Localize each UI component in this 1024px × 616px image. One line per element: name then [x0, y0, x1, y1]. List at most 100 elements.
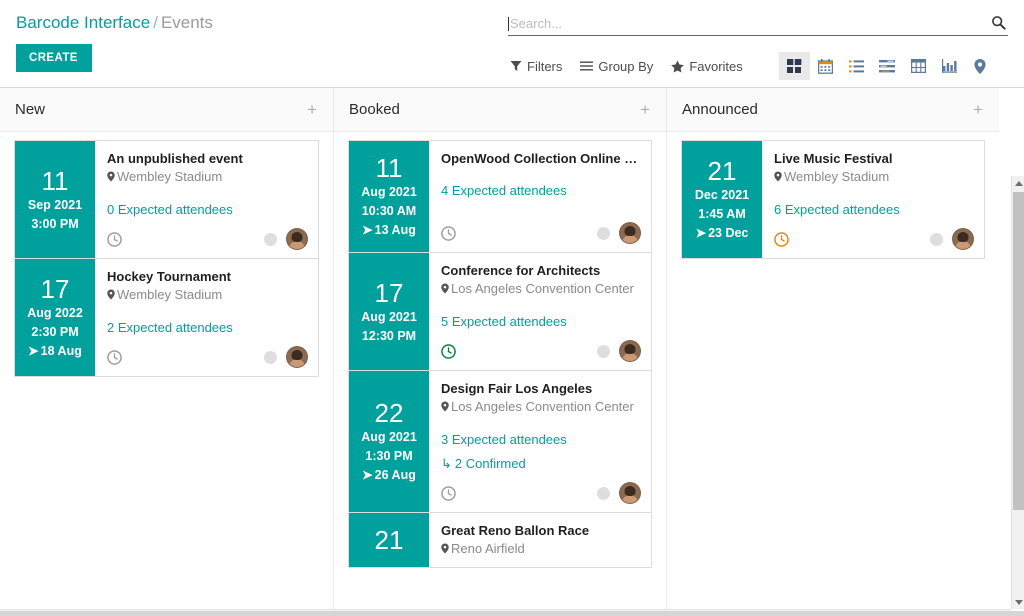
view-switch-list[interactable] — [841, 52, 872, 80]
kanban-column-title: New — [15, 101, 46, 118]
kanban-card-day: 21 — [707, 156, 737, 186]
breadcrumb-separator: / — [153, 13, 158, 32]
kanban-card-attendees[interactable]: 3 Expected attendees — [441, 431, 641, 449]
scroll-down-arrow[interactable] — [1012, 595, 1024, 609]
kanban-card[interactable]: 22 Aug 2021 1:30 PM ➤ 26 Aug Design Fair Los … — [348, 370, 652, 513]
kanban-card-attendees[interactable]: 5 Expected attendees — [441, 313, 641, 331]
status-badge[interactable] — [597, 344, 610, 358]
view-switcher — [778, 52, 996, 80]
kanban-card-time: 10:30 AM — [361, 204, 417, 218]
control-panel-actions: Filters Group By Favorites — [500, 46, 1024, 86]
kanban-card-title: Design Fair Los Angeles — [441, 381, 593, 396]
activity-clock-icon[interactable] — [441, 485, 456, 501]
activity-clock-icon[interactable] — [441, 225, 456, 241]
kanban-card-attendees[interactable]: 6 Expected attendees — [774, 201, 974, 219]
kanban-card-time: 3:00 PM — [31, 216, 79, 231]
activity-clock-icon[interactable] — [774, 231, 789, 247]
kanban-column-add-button[interactable]: + — [636, 101, 654, 119]
kanban-card-confirmed[interactable]: ↳ 2 Confirmed — [441, 455, 641, 473]
kanban-card-end-date: ➤ 18 Aug — [28, 344, 82, 358]
kanban-card-footer-right — [264, 346, 308, 368]
favorites-menu[interactable]: Favorites — [671, 59, 743, 74]
control-panel: Barcode Interface / Events CREATE Search..… — [0, 0, 1024, 88]
create-button[interactable]: CREATE — [16, 44, 92, 72]
status-badge[interactable] — [597, 226, 610, 240]
activity-clock-icon[interactable] — [107, 349, 122, 365]
kanban-card-end-date: ➤ 26 Aug — [362, 468, 416, 482]
view-switch-pivot[interactable] — [903, 52, 934, 80]
kanban-column-title: Booked — [349, 101, 400, 118]
search-input[interactable]: Search... — [510, 16, 991, 31]
filters-menu[interactable]: Filters — [510, 59, 562, 74]
kanban-column: Booked +11 Aug 2021 10:30 AM ➤ 13 Aug OpenWood… — [333, 88, 666, 616]
filter-icon — [510, 61, 522, 71]
status-badge[interactable] — [597, 486, 610, 500]
kanban-card[interactable]: 21 Dec 2021 1:45 AM ➤ 23 Dec Live Music Festi… — [681, 140, 985, 259]
group-by-menu[interactable]: Group By — [580, 59, 653, 74]
kanban-card-location: Los Angeles Convention Center — [441, 397, 641, 416]
kanban-card[interactable]: 17 Aug 2022 2:30 PM ➤ 18 Aug Hockey Tournamen… — [14, 258, 319, 377]
status-badge[interactable] — [264, 350, 277, 364]
avatar[interactable] — [619, 340, 641, 362]
activity-clock-icon[interactable] — [441, 343, 456, 359]
kanban-card-date-panel: 11 Sep 2021 3:00 PM — [15, 141, 95, 258]
avatar[interactable] — [286, 228, 308, 250]
kanban-card[interactable]: 11 Aug 2021 10:30 AM ➤ 13 Aug OpenWood Collec… — [348, 140, 652, 253]
avatar[interactable] — [286, 346, 308, 368]
kanban-column-header: Booked + — [334, 88, 666, 132]
kanban-column: New +11 Sep 2021 3:00 PM An unpublished even… — [0, 88, 333, 616]
breadcrumb-root[interactable]: Barcode Interface — [16, 13, 150, 32]
kanban-card-date-panel: 17 Aug 2021 12:30 PM — [349, 253, 429, 370]
kanban-card-title: Hockey Tournament — [107, 269, 232, 284]
kanban-card-attendees[interactable]: 2 Expected attendees — [107, 319, 308, 337]
kanban-card-title: Great Reno Ballon Race — [441, 523, 590, 538]
control-panel-left: Barcode Interface / Events CREATE — [0, 0, 500, 87]
search-icon[interactable] — [991, 15, 1008, 33]
kanban-card-month-year: Sep 2021 — [27, 197, 83, 212]
view-switch-map[interactable] — [965, 52, 996, 80]
kanban-card[interactable]: 11 Sep 2021 3:00 PM An unpublished event Wem… — [14, 140, 319, 259]
view-switch-graph[interactable] — [934, 52, 965, 80]
kanban-card-time: 1:30 PM — [365, 449, 413, 463]
scroll-up-arrow[interactable] — [1012, 176, 1024, 190]
kanban-card-body: Hockey Tournament Wembley Stadium 2 Expect… — [95, 259, 318, 376]
kanban-card-attendees[interactable]: 4 Expected attendees — [441, 182, 641, 200]
kanban-column: Announced +21 Dec 2021 1:45 AM ➤ 23 Dec Live M… — [666, 88, 999, 616]
breadcrumb-current: Events — [160, 13, 213, 32]
kanban-card-footer — [774, 219, 974, 258]
status-badge[interactable] — [930, 232, 943, 246]
avatar[interactable] — [952, 228, 974, 250]
kanban-card-footer-right — [930, 228, 974, 250]
kanban-card[interactable]: 17 Aug 2021 12:30 PM Conference for Archite… — [348, 252, 652, 371]
kanban-card-time: 2:30 PM — [31, 325, 79, 339]
map-pin-icon — [774, 169, 782, 184]
view-switch-kanban[interactable] — [778, 52, 810, 80]
search-view[interactable]: Search... — [508, 12, 1008, 36]
kanban-column-add-button[interactable]: + — [303, 101, 321, 119]
kanban-card[interactable]: 21 Great Reno Ballon Race Reno Airfield — [348, 512, 652, 568]
calendar-icon — [817, 58, 833, 74]
vertical-scrollbar[interactable] — [1011, 176, 1024, 609]
graph-icon — [941, 59, 957, 73]
horizontal-scrollbar-thumb[interactable] — [0, 611, 1024, 616]
kanban-card-attendees[interactable]: 0 Expected attendees — [107, 201, 308, 219]
activity-clock-icon[interactable] — [107, 231, 122, 247]
kanban-card-time: 1:45 AM — [698, 207, 746, 221]
map-pin-icon — [107, 287, 115, 302]
kanban-columns: New +11 Sep 2021 3:00 PM An unpublished even… — [0, 88, 1011, 616]
status-badge[interactable] — [264, 232, 277, 246]
avatar[interactable] — [619, 222, 641, 244]
horizontal-scrollbar[interactable] — [0, 609, 1024, 616]
avatar[interactable] — [619, 482, 641, 504]
kanban-card-day: 17 — [40, 274, 70, 304]
view-switch-calendar[interactable] — [810, 52, 841, 80]
search-menus: Filters Group By Favorites — [510, 59, 743, 74]
view-switch-gantt[interactable] — [872, 52, 903, 80]
kanban-card-date-panel: 11 Aug 2021 10:30 AM ➤ 13 Aug — [349, 141, 429, 252]
kanban-card-body: Design Fair Los Angeles Los Angeles Conve… — [429, 371, 651, 512]
kanban-card-location: Wembley Stadium — [107, 285, 308, 304]
kanban-column-add-button[interactable]: + — [969, 101, 987, 119]
vertical-scrollbar-thumb[interactable] — [1013, 192, 1024, 510]
kanban-card-day: 17 — [374, 277, 404, 308]
kanban-card-footer-right — [597, 222, 641, 244]
